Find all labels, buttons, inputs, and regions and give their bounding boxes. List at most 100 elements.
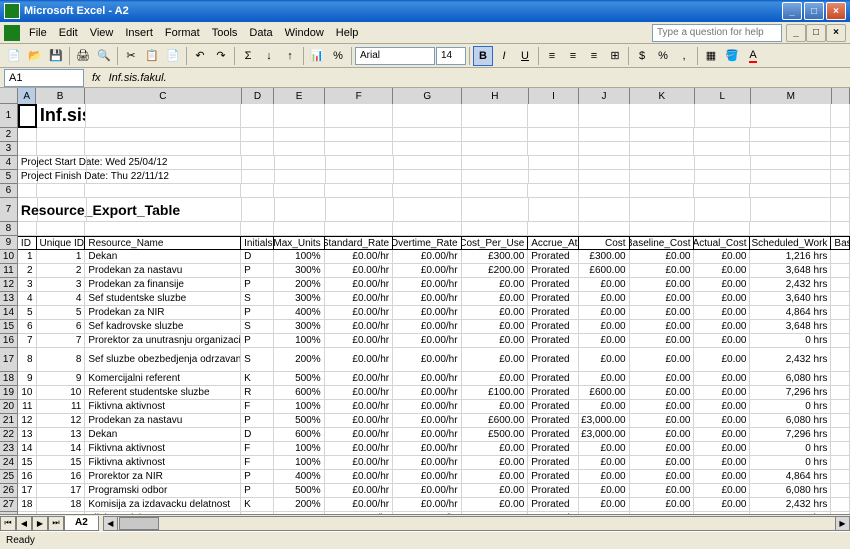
cell[interactable] (528, 184, 579, 198)
fx-icon[interactable]: fx (92, 72, 101, 84)
row-header[interactable]: 4 (0, 156, 18, 170)
col-header-E[interactable]: E (274, 88, 325, 104)
td-name[interactable]: Prorektor za NIR (85, 470, 241, 484)
th-base[interactable]: Baseline_Cost (630, 236, 695, 250)
cell[interactable] (529, 170, 580, 184)
td-name[interactable]: Sef kadrovske sluzbe (85, 320, 241, 334)
align-center-icon[interactable]: ≡ (563, 46, 583, 66)
row-header[interactable]: 13 (0, 292, 18, 306)
row-header[interactable]: 27 (0, 498, 18, 512)
cell[interactable] (241, 222, 274, 236)
td-sched[interactable]: 4,864 hrs (750, 306, 831, 320)
td-base[interactable]: £0.00 (630, 250, 695, 264)
td-cost[interactable]: £0.00 (579, 400, 630, 414)
font-name-select[interactable]: Arial (355, 47, 435, 65)
td-ot[interactable]: £0.00/hr (393, 250, 461, 264)
td-name[interactable]: Referent studentske sluzbe (85, 386, 241, 400)
td-acc[interactable]: Prorated (528, 386, 579, 400)
td-name[interactable]: Fiktivna aktivnost (85, 456, 241, 470)
row-header[interactable]: 3 (0, 142, 18, 156)
td-ini[interactable]: P (241, 264, 274, 278)
td-sched[interactable]: 6,080 hrs (750, 484, 831, 498)
close-button[interactable]: × (826, 2, 846, 20)
cell[interactable] (275, 170, 326, 184)
cell[interactable] (831, 372, 850, 386)
td-id[interactable]: 10 (18, 386, 37, 400)
td-base[interactable]: £0.00 (630, 512, 695, 514)
td-name[interactable]: Prorektor za unutrasnju organizaciju (85, 334, 241, 348)
align-right-icon[interactable]: ≡ (584, 46, 604, 66)
th-name[interactable]: Resource_Name (85, 236, 241, 250)
td-ini[interactable]: F (241, 400, 274, 414)
cell[interactable] (393, 128, 461, 142)
td-cost[interactable]: £0.00 (579, 512, 630, 514)
cell[interactable] (38, 156, 87, 170)
td-cost[interactable]: £0.00 (579, 484, 630, 498)
cell[interactable] (528, 142, 579, 156)
td-uid[interactable]: 8 (37, 348, 86, 372)
cell[interactable] (831, 498, 850, 512)
row-header[interactable]: 6 (0, 184, 18, 198)
cell[interactable] (325, 222, 393, 236)
select-all-corner[interactable] (0, 88, 18, 104)
td-id[interactable]: 13 (18, 428, 37, 442)
td-act[interactable]: £0.00 (694, 456, 750, 470)
cell[interactable] (37, 184, 86, 198)
td-max[interactable]: 500% (274, 414, 325, 428)
help-input[interactable] (652, 24, 782, 42)
td-id[interactable]: 6 (18, 320, 37, 334)
td-max[interactable]: 300% (274, 264, 325, 278)
td-max[interactable]: 100% (274, 512, 325, 514)
cell[interactable] (751, 104, 832, 128)
cell[interactable] (751, 156, 832, 170)
col-header-B[interactable]: B (36, 88, 85, 104)
td-name[interactable]: Programski odbor (85, 484, 241, 498)
td-name[interactable]: Dekan (85, 250, 241, 264)
td-ot[interactable]: £0.00/hr (393, 320, 461, 334)
td-act[interactable]: £0.00 (694, 306, 750, 320)
td-cpu[interactable]: £0.00 (462, 470, 529, 484)
td-uid[interactable]: 4 (37, 292, 86, 306)
td-acc[interactable]: Prorated (528, 348, 579, 372)
td-name[interactable]: Prodekan za NIR (85, 306, 241, 320)
cell[interactable] (394, 156, 462, 170)
td-acc[interactable]: Prorated (528, 306, 579, 320)
tab-last-button[interactable]: ⏭ (48, 516, 64, 531)
td-uid[interactable]: 6 (37, 320, 86, 334)
menu-data[interactable]: Data (243, 25, 278, 41)
td-acc[interactable]: Prorated (528, 400, 579, 414)
horizontal-scrollbar[interactable]: ◀ ▶ (103, 516, 850, 531)
cell[interactable] (750, 142, 831, 156)
td-act[interactable]: £0.00 (694, 484, 750, 498)
paste-icon[interactable]: 📄 (163, 46, 183, 66)
cell[interactable] (630, 156, 695, 170)
td-base[interactable]: £0.00 (630, 470, 695, 484)
col-header-K[interactable]: K (630, 88, 695, 104)
cell[interactable] (274, 142, 325, 156)
cell[interactable] (462, 198, 529, 222)
td-name[interactable]: Fiktivna aktivnost (85, 512, 241, 514)
td-ini[interactable]: P (241, 278, 274, 292)
td-sched[interactable]: 3,648 hrs (750, 320, 831, 334)
currency-icon[interactable]: $ (632, 46, 652, 66)
cell[interactable] (694, 142, 750, 156)
td-std[interactable]: £0.00/hr (325, 456, 393, 470)
td-id[interactable]: 16 (18, 470, 37, 484)
cell[interactable] (831, 156, 850, 170)
td-uid[interactable]: 19 (37, 512, 86, 514)
td-acc[interactable]: Prorated (528, 456, 579, 470)
row-header[interactable]: 25 (0, 470, 18, 484)
td-acc[interactable]: Prorated (528, 470, 579, 484)
td-cpu[interactable]: £500.00 (462, 428, 529, 442)
cell[interactable] (750, 128, 831, 142)
cell[interactable] (831, 442, 850, 456)
row-header[interactable]: 16 (0, 334, 18, 348)
td-acc[interactable]: Prorated (528, 484, 579, 498)
col-header-A[interactable]: A (18, 88, 36, 104)
td-uid[interactable]: 16 (37, 470, 86, 484)
comma-icon[interactable]: , (674, 46, 694, 66)
td-name[interactable]: Komisija za izdavacku delatnost (85, 498, 241, 512)
td-std[interactable]: £0.00/hr (325, 414, 393, 428)
new-icon[interactable]: 📄 (4, 46, 24, 66)
scroll-right-button[interactable]: ▶ (835, 516, 850, 531)
